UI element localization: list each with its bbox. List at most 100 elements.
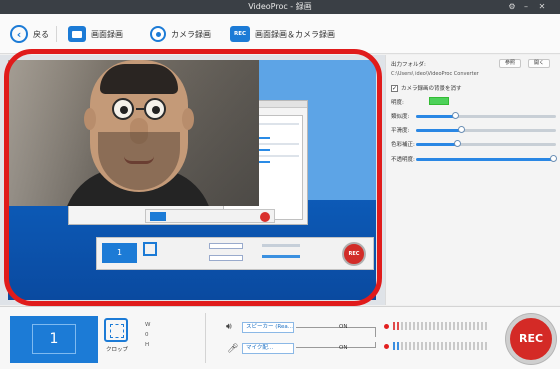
meter-segment: [477, 322, 479, 330]
meter-segment: [405, 322, 407, 330]
monitor-number: 1: [32, 324, 76, 354]
browse-button[interactable]: 参照: [499, 59, 522, 68]
remove-background-toggle[interactable]: ✓ カメラ録画の背景を消す: [391, 84, 462, 92]
bottom-divider: [205, 313, 206, 363]
back-arrow-icon: ‹: [10, 25, 28, 43]
meter-segment: [397, 322, 399, 330]
meter-segment: [397, 342, 399, 350]
monitor-select-button[interactable]: 1: [10, 316, 98, 363]
opacity-slider[interactable]: [550, 155, 557, 162]
output-folder-label: 出力フォルダ:: [391, 62, 426, 68]
similarity-slider[interactable]: [452, 112, 459, 119]
screen-recording-label: 画面録画: [91, 29, 123, 39]
camera-recording-label: カメラ録画: [171, 29, 211, 39]
highlight-annotation: [4, 49, 382, 306]
meter-segment: [457, 342, 459, 350]
meter-segment: [437, 342, 439, 350]
slider-label-similarity: 類似度:: [391, 114, 410, 120]
back-label: 戻る: [33, 29, 49, 39]
speaker-level-meter: [393, 322, 491, 330]
width-label: W: [145, 322, 151, 328]
meter-segment: [413, 322, 415, 330]
speaker-icon[interactable]: 🔊︎: [226, 322, 238, 332]
mic-level-meter: [393, 342, 491, 350]
meter-segment: [481, 342, 483, 350]
mode-toolbar: ‹ 戻る 画面録画 カメラ録画 REC 画面録画＆カメラ録画: [0, 14, 560, 54]
tab-camera-recording[interactable]: カメラ録画: [150, 22, 211, 46]
meter-segment: [393, 342, 395, 350]
meter-segment: [473, 342, 475, 350]
speaker-device-select[interactable]: スピーカー (Rea...: [242, 322, 294, 333]
speaker-level-indicator: [384, 324, 389, 329]
mic-connector-line: [296, 342, 376, 348]
meter-segment: [417, 342, 419, 350]
meter-segment: [393, 322, 395, 330]
crop-button[interactable]: [104, 318, 128, 342]
minimize-icon[interactable]: –: [520, 1, 532, 13]
smoothness-slider[interactable]: [458, 126, 465, 133]
meter-segment: [409, 342, 411, 350]
meter-segment: [453, 342, 455, 350]
title-bar: VideoProc - 録画 ⚙ – ✕: [0, 0, 560, 14]
meter-segment: [401, 322, 403, 330]
meter-segment: [481, 322, 483, 330]
open-folder-button[interactable]: 開く: [528, 59, 551, 68]
meter-segment: [469, 322, 471, 330]
meter-segment: [405, 342, 407, 350]
height-label: H: [145, 342, 150, 348]
meter-segment: [469, 342, 471, 350]
background-color-swatch[interactable]: [429, 97, 449, 105]
color-label: 明度:: [391, 100, 404, 106]
tab-screen-and-camera-recording[interactable]: REC 画面録画＆カメラ録画: [230, 22, 335, 46]
microphone-device-select[interactable]: マイク配...: [242, 343, 294, 354]
meter-segment: [429, 322, 431, 330]
mic-level-indicator: [384, 344, 389, 349]
slider-label-smoothness: 平滑度:: [391, 128, 410, 134]
mic-on-label[interactable]: ON: [339, 345, 347, 351]
close-icon[interactable]: ✕: [536, 1, 548, 13]
back-button[interactable]: ‹ 戻る: [10, 22, 49, 46]
checkbox-icon: ✓: [391, 84, 398, 92]
control-bar: 1 クロップ W 0 H 🔊︎ スピーカー (Rea... 🎤︎ マイク配...…: [0, 306, 560, 369]
meter-segment: [461, 342, 463, 350]
meter-segment: [449, 342, 451, 350]
screen-camera-recording-label: 画面録画＆カメラ録画: [255, 29, 335, 39]
similarity-fill: [416, 115, 456, 118]
meter-segment: [449, 322, 451, 330]
microphone-icon[interactable]: 🎤︎: [227, 343, 238, 355]
rec-icon: REC: [230, 26, 250, 42]
toolbar-divider: [56, 26, 57, 42]
meter-segment: [473, 322, 475, 330]
meter-segment: [441, 322, 443, 330]
meter-segment: [437, 322, 439, 330]
meter-segment: [429, 342, 431, 350]
meter-segment: [445, 322, 447, 330]
speaker-on-label[interactable]: ON: [339, 324, 347, 330]
meter-segment: [433, 322, 435, 330]
videoproc-recorder-window: VideoProc - 録画 ⚙ – ✕ ‹ 戻る 画面録画 カメラ録画 REC…: [0, 0, 560, 369]
meter-segment: [425, 342, 427, 350]
tab-screen-recording[interactable]: 画面録画: [68, 22, 123, 46]
settings-panel: 出力フォルダ: 参照 開く C:\Users\ ideo\VideoProc C…: [385, 55, 560, 305]
meter-segment: [433, 342, 435, 350]
meter-segment: [485, 322, 487, 330]
speaker-connector-line: [296, 327, 376, 337]
meter-segment: [409, 322, 411, 330]
meter-segment: [425, 322, 427, 330]
record-button[interactable]: REC: [506, 314, 556, 364]
meter-segment: [441, 342, 443, 350]
meter-segment: [461, 322, 463, 330]
camera-icon: [150, 26, 166, 42]
meter-segment: [421, 322, 423, 330]
monitor-icon: [68, 26, 86, 42]
settings-icon[interactable]: ⚙: [506, 1, 518, 13]
color-correction-slider[interactable]: [454, 140, 461, 147]
meter-segment: [457, 322, 459, 330]
slider-label-color-correction: 色彩補正:: [391, 142, 415, 148]
meter-segment: [485, 342, 487, 350]
meter-segment: [453, 322, 455, 330]
window-title: VideoProc - 録画: [248, 2, 312, 11]
opacity-fill: [416, 158, 553, 161]
meter-segment: [421, 342, 423, 350]
remove-background-label: カメラ録画の背景を消す: [401, 86, 462, 92]
